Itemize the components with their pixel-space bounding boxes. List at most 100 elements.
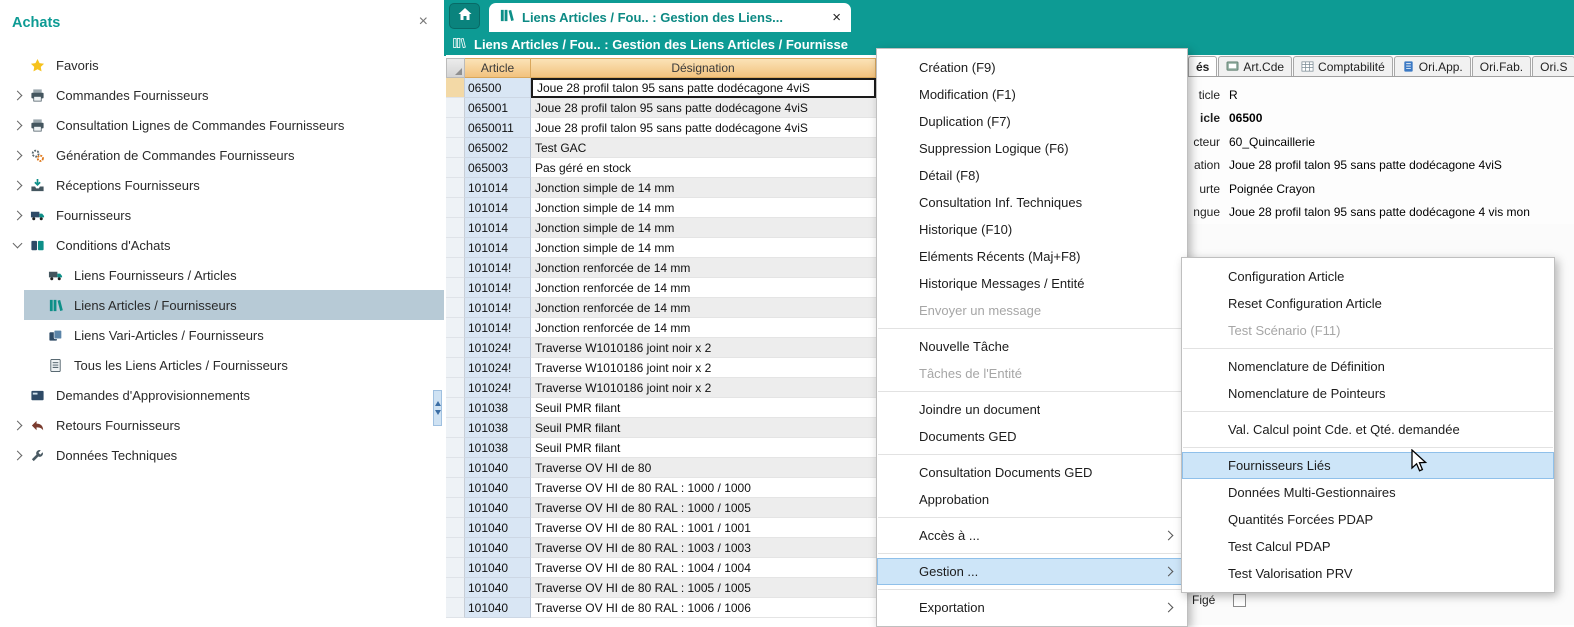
menu-item-suppression-logique-f6[interactable]: Suppression Logique (F6) (877, 135, 1187, 162)
sidebar-item-fournisseurs[interactable]: Fournisseurs (0, 200, 444, 230)
designation-cell[interactable]: Traverse OV HI de 80 RAL : 1004 / 1004 (531, 558, 876, 578)
submenu-item-fournisseurs-lies[interactable]: Fournisseurs Liés (1182, 452, 1554, 479)
row-selector-cell[interactable] (446, 298, 465, 318)
chevron-right-icon[interactable] (12, 450, 22, 460)
row-selector-cell[interactable] (446, 598, 465, 618)
row-selector-cell[interactable] (446, 518, 465, 538)
column-header-designation[interactable]: Désignation (531, 58, 876, 78)
menu-item-elements-recents-maj-f8[interactable]: Eléments Récents (Maj+F8) (877, 243, 1187, 270)
article-cell[interactable]: 101038 (465, 418, 531, 438)
designation-cell[interactable]: Traverse OV HI de 80 RAL : 1001 / 1001 (531, 518, 876, 538)
chevron-right-icon[interactable] (12, 210, 22, 220)
designation-cell[interactable]: Joue 28 profil talon 95 sans patte dodéc… (531, 78, 876, 98)
article-cell[interactable]: 101040 (465, 458, 531, 478)
article-cell[interactable]: 06500 (465, 78, 531, 98)
article-cell[interactable]: 101040 (465, 578, 531, 598)
row-selector-cell[interactable] (446, 538, 465, 558)
article-cell[interactable]: 101038 (465, 398, 531, 418)
article-cell[interactable]: 101038 (465, 438, 531, 458)
article-cell[interactable]: 101024! (465, 358, 531, 378)
article-cell[interactable]: 065003 (465, 158, 531, 178)
home-button[interactable] (449, 3, 480, 29)
article-cell[interactable]: 101040 (465, 558, 531, 578)
submenu-item-donnees-multi-gestionnaires[interactable]: Données Multi-Gestionnaires (1182, 479, 1554, 506)
submenu-item-nomenclature-de-pointeurs[interactable]: Nomenclature de Pointeurs (1182, 380, 1554, 407)
designation-cell[interactable]: Jonction simple de 14 mm (531, 198, 876, 218)
article-cell[interactable]: 065002 (465, 138, 531, 158)
row-selector-cell[interactable] (446, 238, 465, 258)
sidebar-item-favoris[interactable]: Favoris (0, 50, 444, 80)
designation-cell[interactable]: Traverse W1010186 joint noir x 2 (531, 378, 876, 398)
chevron-right-icon[interactable] (12, 420, 22, 430)
row-selector-cell[interactable] (446, 218, 465, 238)
menu-item-approbation[interactable]: Approbation (877, 486, 1187, 513)
submenu-item-val-calcul-point-cde-et-qte-demandee[interactable]: Val. Calcul point Cde. et Qté. demandée (1182, 416, 1554, 443)
designation-cell[interactable]: Traverse OV HI de 80 (531, 458, 876, 478)
article-cell[interactable]: 101014! (465, 318, 531, 338)
sidebar-item-tous-les-liens-articles-fournisseurs[interactable]: Tous les Liens Articles / Fournisseurs (0, 350, 444, 380)
row-selector-cell[interactable] (446, 358, 465, 378)
sidebar-item-liens-fournisseurs-articles[interactable]: Liens Fournisseurs / Articles (0, 260, 444, 290)
menu-item-exportation[interactable]: Exportation (877, 594, 1187, 621)
submenu-item-test-calcul-pdap[interactable]: Test Calcul PDAP (1182, 533, 1554, 560)
splitter-handle[interactable] (433, 390, 442, 426)
select-all-cell[interactable] (446, 58, 465, 78)
row-selector-cell[interactable] (446, 578, 465, 598)
chevron-right-icon[interactable] (12, 180, 22, 190)
row-selector-cell[interactable] (446, 398, 465, 418)
menu-item-creation-f9[interactable]: Création (F9) (877, 54, 1187, 81)
row-selector-cell[interactable] (446, 378, 465, 398)
row-selector-cell[interactable] (446, 258, 465, 278)
designation-cell[interactable]: Jonction simple de 14 mm (531, 178, 876, 198)
designation-cell[interactable]: Seuil PMR filant (531, 438, 876, 458)
submenu-item-nomenclature-de-definition[interactable]: Nomenclature de Définition (1182, 353, 1554, 380)
tab-ori-fab[interactable]: Ori.Fab. (1472, 56, 1531, 76)
designation-cell[interactable]: Jonction renforcée de 14 mm (531, 318, 876, 338)
chevron-down-icon[interactable] (12, 239, 22, 249)
designation-cell[interactable]: Jonction simple de 14 mm (531, 238, 876, 258)
sidebar-item-donnees-techniques[interactable]: Données Techniques (0, 440, 444, 470)
article-cell[interactable]: 0650011 (465, 118, 531, 138)
designation-cell[interactable]: Traverse OV HI de 80 RAL : 1000 / 1005 (531, 498, 876, 518)
designation-cell[interactable]: Traverse OV HI de 80 RAL : 1000 / 1000 (531, 478, 876, 498)
designation-cell[interactable]: Jonction renforcée de 14 mm (531, 258, 876, 278)
row-selector-cell[interactable] (446, 98, 465, 118)
menu-item-gestion[interactable]: Gestion ... (877, 558, 1187, 585)
designation-cell[interactable]: Traverse W1010186 joint noir x 2 (531, 338, 876, 358)
designation-cell[interactable]: Pas géré en stock (531, 158, 876, 178)
row-selector-cell[interactable] (446, 278, 465, 298)
designation-cell[interactable]: Jonction simple de 14 mm (531, 218, 876, 238)
menu-item-duplication-f7[interactable]: Duplication (F7) (877, 108, 1187, 135)
article-cell[interactable]: 101014 (465, 238, 531, 258)
article-cell[interactable]: 065001 (465, 98, 531, 118)
menu-item-modification-f1[interactable]: Modification (F1) (877, 81, 1187, 108)
designation-cell[interactable]: Seuil PMR filant (531, 398, 876, 418)
menu-item-historique-messages-entite[interactable]: Historique Messages / Entité (877, 270, 1187, 297)
menu-item-consultation-documents-ged[interactable]: Consultation Documents GED (877, 459, 1187, 486)
tab-liens-articles-fournisseurs[interactable]: Liens Articles / Fou.. : Gestion des Lie… (489, 3, 851, 32)
sidebar-item-commandes-fournisseurs[interactable]: Commandes Fournisseurs (0, 80, 444, 110)
row-selector-cell[interactable] (446, 158, 465, 178)
sidebar-item-retours-fournisseurs[interactable]: Retours Fournisseurs (0, 410, 444, 440)
row-selector-cell[interactable] (446, 458, 465, 478)
designation-cell[interactable]: Traverse OV HI de 80 RAL : 1006 / 1006 (531, 598, 876, 618)
article-cell[interactable]: 101014 (465, 218, 531, 238)
designation-cell[interactable]: Traverse OV HI de 80 RAL : 1005 / 1005 (531, 578, 876, 598)
tab-close-icon[interactable]: × (832, 9, 841, 26)
row-selector-cell[interactable] (446, 178, 465, 198)
article-cell[interactable]: 101014! (465, 258, 531, 278)
row-selector-cell[interactable] (446, 438, 465, 458)
menu-item-historique-f10[interactable]: Historique (F10) (877, 216, 1187, 243)
article-cell[interactable]: 101014! (465, 298, 531, 318)
article-cell[interactable]: 101014 (465, 178, 531, 198)
article-cell[interactable]: 101040 (465, 598, 531, 618)
designation-cell[interactable]: Seuil PMR filant (531, 418, 876, 438)
sidebar-item-consultation-lignes-de-commandes-fournisseurs[interactable]: Consultation Lignes de Commandes Fournis… (0, 110, 444, 140)
article-cell[interactable]: 101014 (465, 198, 531, 218)
submenu-item-configuration-article[interactable]: Configuration Article (1182, 263, 1554, 290)
menu-item-consultation-inf-techniques[interactable]: Consultation Inf. Techniques (877, 189, 1187, 216)
row-selector-cell[interactable] (446, 78, 465, 98)
row-selector-cell[interactable] (446, 118, 465, 138)
submenu-item-quantites-forcees-pdap[interactable]: Quantités Forcées PDAP (1182, 506, 1554, 533)
row-selector-cell[interactable] (446, 558, 465, 578)
